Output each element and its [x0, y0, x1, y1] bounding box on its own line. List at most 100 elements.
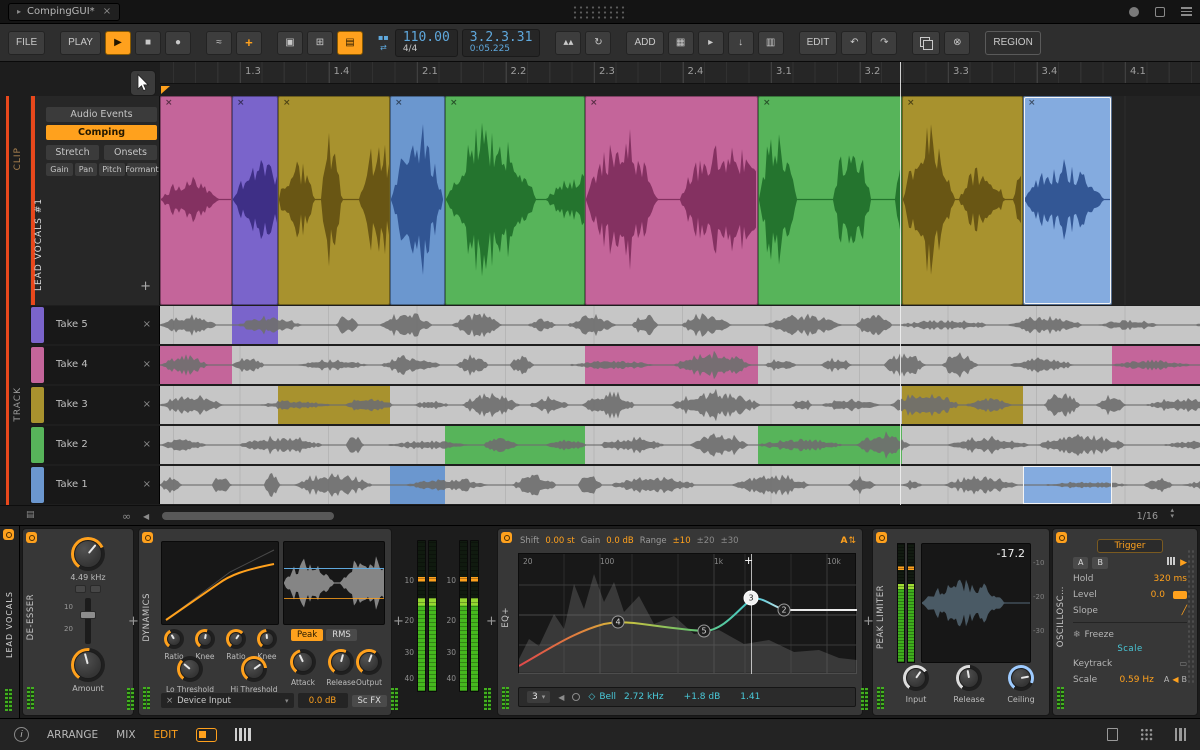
project-tab[interactable]: ▸ CompingGUI* × [8, 2, 121, 21]
ceiling-knob[interactable] [1008, 665, 1034, 691]
take-header[interactable]: Take 5 × [30, 306, 160, 344]
status-circle-icon[interactable] [1129, 6, 1139, 17]
device-oscilloscope[interactable]: OSCILLOSC… Trigger A B ▶ Hold 320 ms Lev… [1052, 528, 1198, 716]
scale-value[interactable]: 0.59 Hz [1119, 675, 1153, 685]
sidechain-source-select[interactable]: × Device Input ▾ [161, 693, 294, 708]
grid-panel-icon[interactable] [1139, 728, 1153, 741]
comping-tab[interactable]: Comping [46, 125, 157, 140]
threshold-fader[interactable]: 10 20 [64, 598, 106, 644]
time-signature[interactable]: 4/4 [403, 44, 417, 54]
comp-segment[interactable]: × [585, 96, 758, 305]
take-header[interactable]: Take 3 × [30, 386, 160, 424]
undo-button[interactable]: ↶ [841, 30, 868, 55]
input-knob[interactable] [903, 665, 929, 691]
comp-segment[interactable]: × [758, 96, 902, 305]
gain-value[interactable]: 0.0 dB [606, 536, 633, 546]
onsets-tab[interactable]: Onsets [104, 145, 157, 160]
add-object-button[interactable]: + [235, 30, 262, 55]
band-power-icon[interactable] [572, 693, 581, 701]
sync-cluster[interactable]: ▪▪ ⇄ [378, 33, 389, 52]
piano-keys-icon[interactable] [234, 728, 251, 741]
redo-button[interactable]: ↷ [871, 30, 898, 55]
position-display[interactable]: 3.2.3.31 0:05.225 [461, 28, 541, 57]
band-select[interactable]: 3 ▾ [527, 691, 551, 703]
pitch-tab[interactable]: Pitch [99, 163, 125, 176]
listen-toggles[interactable] [75, 585, 101, 593]
region-button[interactable]: REGION [985, 30, 1041, 55]
shift-value[interactable]: 0.00 st [545, 536, 574, 546]
segment-close-icon[interactable]: × [395, 98, 403, 108]
play-button[interactable]: ▶ [104, 30, 131, 55]
segment-close-icon[interactable]: × [450, 98, 458, 108]
formant-tab[interactable]: Formant [125, 163, 159, 176]
device-chain-rail[interactable]: LEAD VOCALS [0, 526, 20, 719]
eq-band-node[interactable]: 5 [697, 624, 711, 638]
sidechain-fx-button[interactable]: Sc FX [351, 694, 387, 707]
freeze-toggle[interactable]: Freeze [1085, 630, 1114, 640]
band-type-select[interactable]: ◇ Bell [588, 692, 616, 702]
power-icon[interactable] [876, 532, 887, 543]
take-lane[interactable] [160, 306, 1200, 344]
edit-view-tab[interactable]: EDIT [154, 729, 178, 741]
clipboard-button[interactable]: ▥ [757, 30, 784, 55]
keytrack-icon[interactable]: ▭ [1179, 659, 1187, 668]
mix-view-tab[interactable]: MIX [116, 729, 135, 741]
level-value[interactable]: 0.0 [1151, 590, 1165, 600]
play-menu-button[interactable]: PLAY [60, 30, 101, 55]
stretch-tab[interactable]: Stretch [46, 145, 99, 160]
record-button[interactable]: ● [164, 30, 191, 55]
eq-band-node[interactable]: 2 [777, 603, 791, 617]
hold-value[interactable]: 320 ms [1154, 574, 1188, 584]
segment-close-icon[interactable]: × [1028, 98, 1036, 108]
hi-threshold-knob[interactable] [241, 656, 267, 682]
file-button[interactable]: FILE [8, 30, 46, 55]
automation-follow-button[interactable]: ≈ [205, 30, 232, 55]
comp-segment[interactable]: × [232, 96, 278, 305]
comp-segment[interactable]: × [445, 96, 585, 305]
segment-close-icon[interactable]: × [165, 98, 173, 108]
take-delete-icon[interactable]: × [143, 399, 151, 410]
power-icon[interactable] [501, 532, 512, 543]
layout-button[interactable]: ▣ [276, 30, 303, 55]
link-icon[interactable]: ∞ [122, 510, 131, 523]
segment-close-icon[interactable]: × [907, 98, 915, 108]
range-option-20[interactable]: ±20 [697, 536, 715, 546]
comp-segment[interactable]: × [390, 96, 445, 305]
eq-band-node[interactable]: 4 [611, 615, 625, 629]
source-b-button[interactable]: B [1092, 556, 1108, 569]
peak-mode-button[interactable]: Peak [291, 629, 324, 641]
attack-knob[interactable] [290, 649, 316, 675]
pedal-icon[interactable]: ▤ [26, 510, 35, 520]
take-header[interactable]: Take 4 × [30, 346, 160, 384]
gain-reduction-display[interactable]: -17.2 [921, 543, 1031, 663]
tempo-display[interactable]: 110.00 4/4 [394, 28, 458, 57]
take-delete-icon[interactable]: × [143, 319, 151, 330]
mixer-panel-icon[interactable] [1174, 728, 1186, 741]
zoom-arrows[interactable]: ▴ ▾ [1170, 507, 1174, 520]
segment-close-icon[interactable]: × [763, 98, 771, 108]
release-knob[interactable] [956, 665, 982, 691]
scroll-left-icon[interactable]: ◀ [143, 512, 149, 521]
power-icon[interactable] [1056, 532, 1067, 543]
add-lane-button[interactable]: + [140, 279, 151, 294]
keytrack-label[interactable]: Keytrack [1073, 659, 1112, 669]
band-frequency-value[interactable]: 2.72 kHz [624, 692, 664, 702]
resize-grip[interactable] [1187, 549, 1194, 685]
comping-view-button[interactable]: ▤ [336, 30, 363, 55]
sidechain-gain-field[interactable]: 0.0 dB [297, 693, 348, 708]
stop-button[interactable]: ■ [134, 30, 161, 55]
tempo-value[interactable]: 110.00 [403, 31, 450, 45]
project-tab-close-icon[interactable]: × [103, 6, 111, 17]
band-prev-icon[interactable]: ◀ [558, 693, 564, 702]
comp-segment[interactable]: × [278, 96, 390, 305]
comp-segment[interactable]: × [160, 96, 232, 305]
automation-write-button[interactable]: ▴▴ [555, 30, 582, 55]
frequency-value[interactable]: 4.49 kHz [70, 573, 105, 582]
menu-icon[interactable] [1181, 7, 1192, 16]
segment-close-icon[interactable]: × [283, 98, 291, 108]
take-delete-icon[interactable]: × [143, 479, 151, 490]
take-lane[interactable] [160, 346, 1200, 384]
take-lane[interactable] [160, 426, 1200, 464]
segment-close-icon[interactable]: × [590, 98, 598, 108]
pan-tab[interactable]: Pan [75, 163, 97, 176]
